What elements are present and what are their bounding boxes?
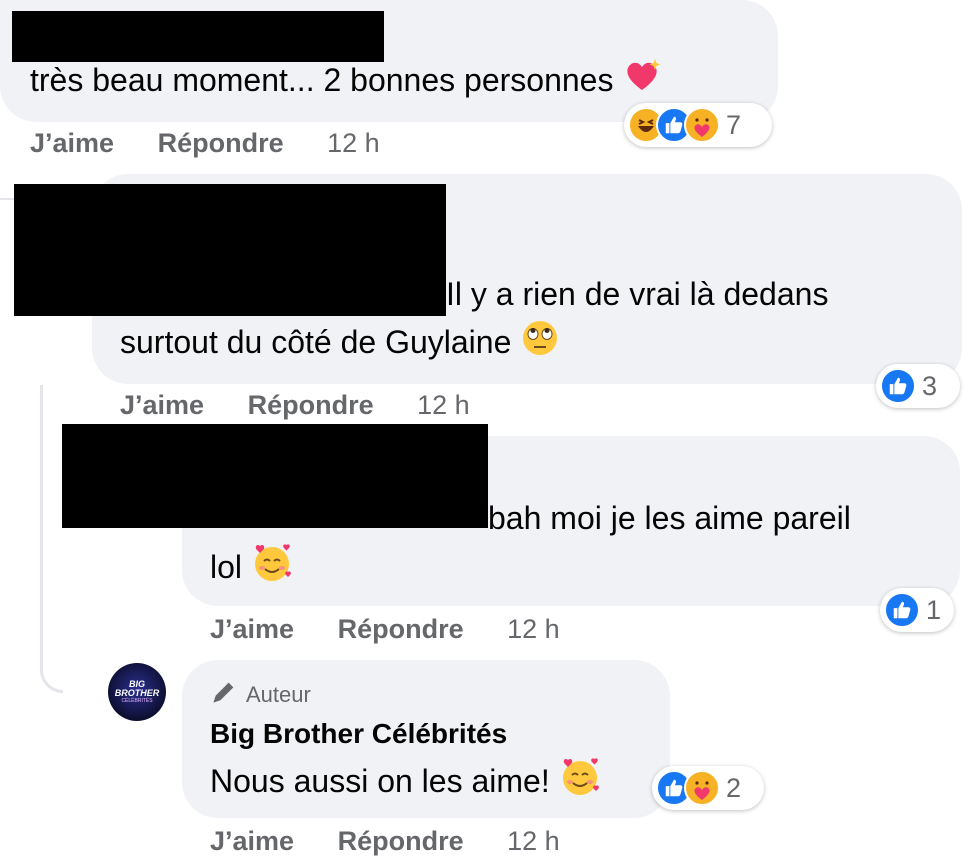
- care-icon: [684, 770, 720, 806]
- reactions-summary[interactable]: 7: [624, 103, 772, 147]
- reply-button[interactable]: Répondre: [338, 826, 464, 857]
- pencil-icon: [210, 678, 238, 712]
- reaction-count: 2: [726, 772, 742, 803]
- author-badge: Auteur: [210, 678, 311, 712]
- reactions-summary[interactable]: 1: [880, 588, 954, 632]
- redacted-author-name: [14, 184, 446, 316]
- comment-actions: J’aime Répondre 12 h: [210, 826, 560, 857]
- reactions-summary[interactable]: 2: [652, 766, 764, 810]
- comment-text-line2: lol: [210, 542, 293, 597]
- reaction-count: 7: [726, 109, 742, 140]
- like-icon: [880, 368, 916, 404]
- timestamp[interactable]: 12 h: [507, 826, 560, 857]
- avatar-label: BROTHER: [114, 687, 160, 698]
- like-button[interactable]: J’aime: [210, 826, 294, 857]
- redacted-author-name: [12, 11, 384, 62]
- reply-button[interactable]: Répondre: [338, 614, 464, 645]
- comment-actions: J’aime Répondre 12 h: [210, 614, 560, 645]
- comment-text-line1: bah moi je les aime pareil: [488, 500, 851, 536]
- redacted-author-name: [62, 424, 488, 528]
- sparkling-heart-icon: [622, 56, 662, 109]
- reactions-summary[interactable]: 3: [876, 364, 960, 408]
- smiling-hearts-icon: [251, 542, 293, 597]
- reply-button[interactable]: Répondre: [158, 128, 284, 159]
- smiling-hearts-icon: [559, 756, 601, 811]
- thread-line: [40, 385, 63, 693]
- care-icon: [684, 107, 720, 143]
- reply-button[interactable]: Répondre: [248, 390, 374, 421]
- timestamp[interactable]: 12 h: [327, 128, 380, 159]
- like-button[interactable]: J’aime: [120, 390, 204, 421]
- like-button[interactable]: J’aime: [210, 614, 294, 645]
- timestamp[interactable]: 12 h: [417, 390, 470, 421]
- comment-actions: J’aime Répondre 12 h: [120, 390, 470, 421]
- author-name[interactable]: Big Brother Célébrités: [210, 718, 507, 750]
- like-icon: [884, 592, 920, 628]
- reaction-count: 1: [926, 594, 942, 625]
- comment-text: Nous aussi on les aime!: [210, 756, 601, 811]
- comment-actions: J’aime Répondre 12 h: [30, 128, 380, 159]
- avatar-label: CÉLÉBRITÉS: [121, 697, 153, 704]
- comment-text: très beau moment... 2 bonnes personnes: [30, 56, 662, 109]
- reaction-count: 3: [922, 370, 938, 401]
- avatar[interactable]: BIG BROTHER CÉLÉBRITÉS: [108, 663, 166, 721]
- comment-text-line2: surtout du côté de Guylaine: [120, 318, 560, 371]
- eye-roll-icon: [520, 318, 560, 371]
- like-button[interactable]: J’aime: [30, 128, 114, 159]
- comment-text-line1: Il y a rien de vrai là dedans: [446, 276, 829, 312]
- timestamp[interactable]: 12 h: [507, 614, 560, 645]
